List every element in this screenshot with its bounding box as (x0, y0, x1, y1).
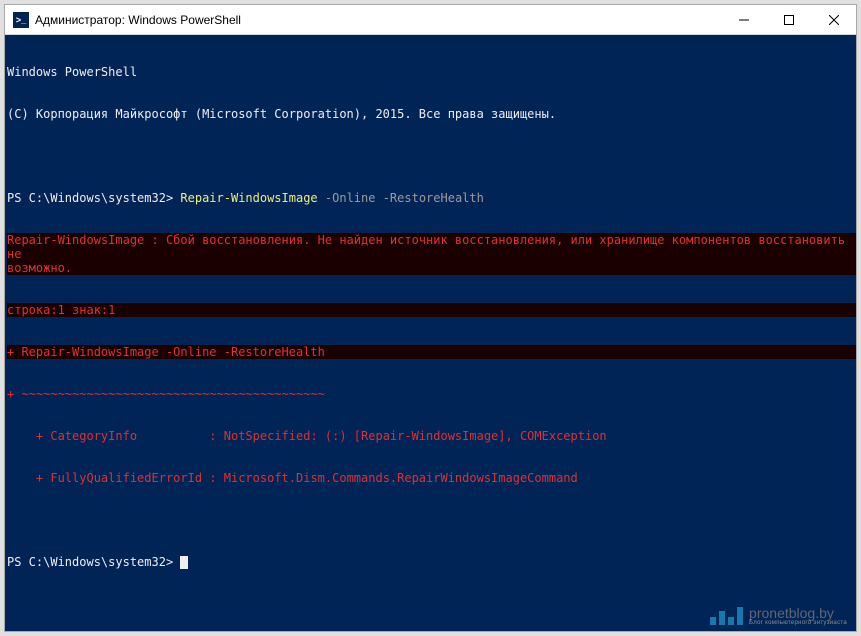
cursor (180, 556, 188, 569)
minimize-button[interactable] (721, 5, 766, 34)
powershell-icon: >_ (13, 12, 29, 28)
titlebar[interactable]: >_ Администратор: Windows PowerShell (5, 5, 856, 35)
error-location: строка:1 знак:1 (7, 303, 856, 317)
error-message: Repair-WindowsImage : Сбой восстановлени… (7, 233, 856, 275)
watermark: pronetblog.by Блог компьютерного энтузиа… (710, 606, 847, 626)
window-title: Администратор: Windows PowerShell (35, 13, 241, 27)
watermark-bars-icon (710, 607, 743, 625)
watermark-text: pronetblog.by Блог компьютерного энтузиа… (749, 606, 847, 626)
blank-line (7, 513, 856, 527)
cmdlet-params: -Online -RestoreHealth (318, 191, 484, 205)
watermark-main: pronetblog.by (749, 606, 847, 620)
ps-copyright-line: (C) Корпорация Майкрософт (Microsoft Cor… (7, 107, 856, 121)
prompt-text: PS C:\Windows\system32> (7, 555, 180, 569)
maximize-button[interactable] (766, 5, 811, 34)
command-line-2: PS C:\Windows\system32> (7, 555, 856, 569)
prompt-text: PS C:\Windows\system32> (7, 191, 180, 205)
terminal-area[interactable]: Windows PowerShell (C) Корпорация Майкро… (5, 35, 856, 631)
error-fqid: + FullyQualifiedErrorId : Microsoft.Dism… (7, 471, 856, 485)
ps-header-line: Windows PowerShell (7, 65, 856, 79)
error-command-echo: + Repair-WindowsImage -Online -RestoreHe… (7, 345, 856, 359)
cmdlet-name: Repair-WindowsImage (180, 191, 317, 205)
error-category-info: + CategoryInfo : NotSpecified: (:) [Repa… (7, 429, 856, 443)
blank-line (7, 149, 856, 163)
command-line-1: PS C:\Windows\system32> Repair-WindowsIm… (7, 191, 856, 205)
watermark-sub: Блог компьютерного энтузиаста (749, 620, 847, 626)
powershell-window: >_ Администратор: Windows PowerShell Win… (4, 4, 857, 632)
error-underline: + ~~~~~~~~~~~~~~~~~~~~~~~~~~~~~~~~~~~~~~… (7, 387, 856, 401)
close-button[interactable] (811, 5, 856, 34)
